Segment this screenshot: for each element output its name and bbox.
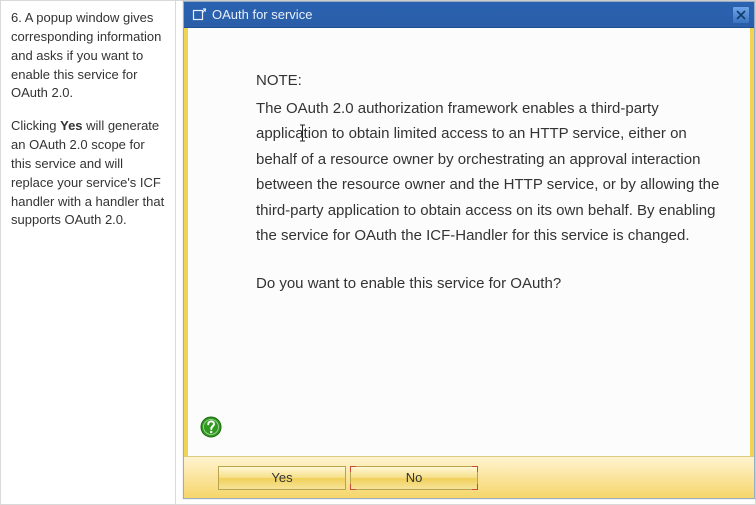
- dialog-body: NOTE: The OAuth 2.0 authorization framew…: [184, 28, 754, 456]
- text-bold: Yes: [60, 118, 82, 133]
- dialog-footer: Yes No: [184, 456, 754, 498]
- text-cursor: [299, 124, 300, 142]
- dialog-area: OAuth for service NOTE: The OAuth 2.0 au…: [176, 1, 755, 504]
- note-text: The OAuth 2.0 authorization framework en…: [256, 96, 722, 249]
- page-root: 6. A popup window gives corresponding in…: [0, 0, 756, 505]
- oauth-dialog: OAuth for service NOTE: The OAuth 2.0 au…: [183, 1, 755, 499]
- close-icon: [736, 10, 746, 20]
- yes-button[interactable]: Yes: [218, 466, 346, 490]
- instruction-sidebar: 6. A popup window gives corresponding in…: [1, 1, 176, 504]
- note-label: NOTE:: [256, 68, 722, 94]
- instruction-yes-effect: Clicking Yes will generate an OAuth 2.0 …: [11, 117, 165, 230]
- no-button[interactable]: No: [350, 466, 478, 490]
- close-button[interactable]: [732, 6, 750, 24]
- focus-corner: [350, 484, 356, 490]
- dialog-body-inner: NOTE: The OAuth 2.0 authorization framew…: [188, 28, 750, 306]
- button-label: No: [406, 470, 423, 485]
- text: will generate an OAuth 2.0 scope for thi…: [11, 118, 164, 227]
- text: Clicking: [11, 118, 60, 133]
- focus-corner: [472, 484, 478, 490]
- dialog-titlebar[interactable]: OAuth for service: [184, 2, 754, 28]
- confirm-question: Do you want to enable this service for O…: [256, 271, 722, 297]
- focus-corner: [350, 466, 356, 472]
- dialog-icon: [192, 8, 206, 22]
- question-icon: [200, 416, 222, 438]
- focus-corner: [472, 466, 478, 472]
- instruction-step-6: 6. A popup window gives corresponding in…: [11, 9, 165, 103]
- dialog-title: OAuth for service: [212, 7, 732, 22]
